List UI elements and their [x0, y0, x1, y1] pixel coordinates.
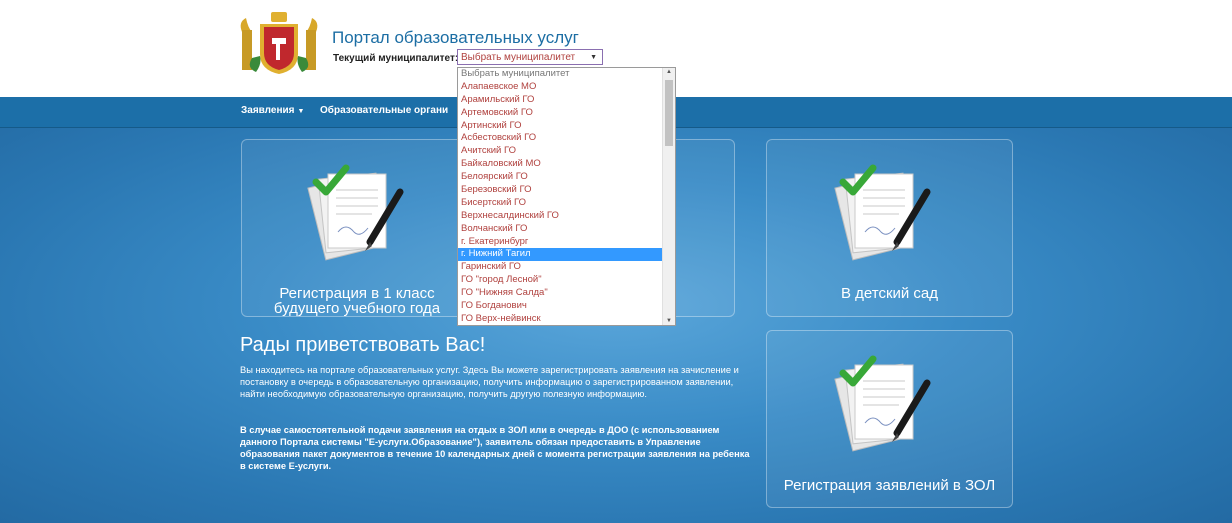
documents-checkmark-icon: [307, 164, 404, 261]
documents-checkmark-icon: [834, 164, 931, 261]
dropdown-option[interactable]: Волчанский ГО: [458, 223, 663, 236]
dropdown-scrollbar[interactable]: ▲ ▼: [662, 68, 675, 325]
tile-kindergarten-label: В детский сад: [840, 285, 939, 302]
dropdown-option[interactable]: Белоярский ГО: [458, 171, 663, 184]
municipality-select-value: Выбрать муниципалитет: [461, 52, 576, 63]
welcome-title: Рады приветствовать Вас!: [240, 334, 486, 356]
dropdown-option[interactable]: Арамильский ГО: [458, 94, 663, 107]
dropdown-option[interactable]: Асбестовский ГО: [458, 132, 663, 145]
tile-kindergarten[interactable]: В детский сад: [766, 139, 1013, 317]
dropdown-option[interactable]: г. Екатеринбург: [458, 236, 663, 249]
welcome-notice: В случае самостоятельной подачи заявлени…: [240, 425, 750, 471]
scrollbar-thumb[interactable]: [665, 80, 673, 146]
welcome-text: Вы находитесь на портале образовательных…: [240, 365, 739, 399]
tile-camp-label: Регистрация заявлений в ЗОЛ: [783, 477, 996, 494]
dropdown-option[interactable]: Бисертский ГО: [458, 197, 663, 210]
dropdown-option[interactable]: ГО "Нижняя Салда": [458, 287, 663, 300]
chevron-down-icon: ▼: [590, 54, 597, 61]
municipality-select[interactable]: Выбрать муниципалитет ▼: [457, 49, 603, 65]
municipality-label: Текущий муниципалитет:: [333, 53, 459, 64]
documents-checkmark-icon: [834, 355, 931, 452]
nav-item-organizations[interactable]: Образовательные органи: [320, 105, 448, 116]
dropdown-option[interactable]: ГО "город Лесной": [458, 274, 663, 287]
dropdown-option[interactable]: Верхнесалдинский ГО: [458, 210, 663, 223]
chevron-down-icon: ▼: [297, 108, 305, 115]
dropdown-options: Выбрать муниципалитет Алапаевское МО Арами…: [458, 68, 663, 325]
dropdown-option[interactable]: Ачитский ГО: [458, 145, 663, 158]
dropdown-option[interactable]: Артемовский ГО: [458, 107, 663, 120]
dropdown-option[interactable]: Березовский ГО: [458, 184, 663, 197]
dropdown-option[interactable]: ГО Богданович: [458, 300, 663, 313]
tile-school-registration[interactable]: Регистрация в 1 класс будущего учебного …: [241, 139, 473, 317]
nav-item-applications[interactable]: Заявления ▼: [241, 105, 304, 116]
coat-of-arms-logo[interactable]: [236, 10, 322, 76]
dropdown-option[interactable]: г. Нижний Тагил: [458, 248, 663, 262]
dropdown-option[interactable]: Гаринский ГО: [458, 261, 663, 274]
dropdown-option[interactable]: Артинский ГО: [458, 120, 663, 133]
municipality-dropdown-list[interactable]: Выбрать муниципалитет Алапаевское МО Арами…: [457, 67, 676, 326]
dropdown-option[interactable]: Выбрать муниципалитет: [458, 68, 663, 81]
scroll-down-icon[interactable]: ▼: [663, 318, 675, 324]
tile-camp-registration[interactable]: Регистрация заявлений в ЗОЛ: [766, 330, 1013, 508]
dropdown-option[interactable]: Алапаевское МО: [458, 81, 663, 94]
tile-school-label-line2: будущего учебного года: [273, 300, 441, 317]
scroll-up-icon[interactable]: ▲: [663, 69, 675, 75]
dropdown-option[interactable]: ГО Верх-нейвинск: [458, 313, 663, 325]
portal-title: Портал образовательных услуг: [332, 28, 579, 47]
dropdown-option[interactable]: Байкаловский МО: [458, 158, 663, 171]
